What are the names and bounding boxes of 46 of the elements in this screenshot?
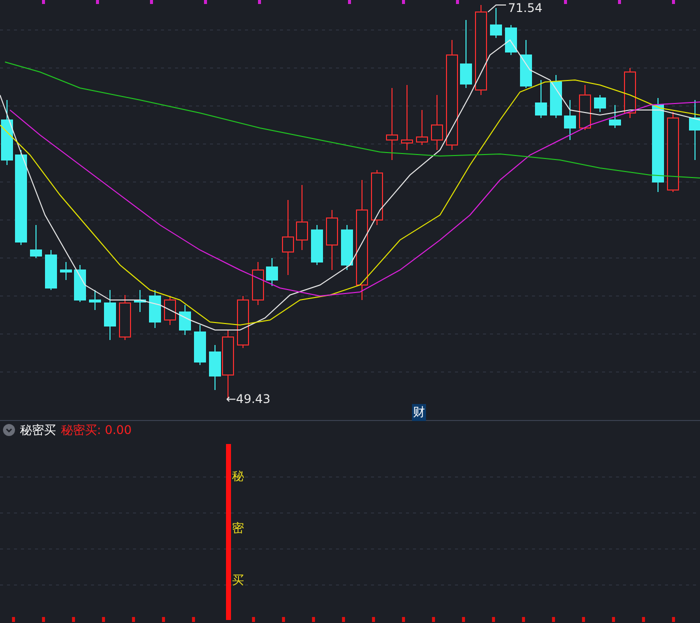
- candlestick: [564, 100, 576, 140]
- candlestick: [401, 84, 413, 150]
- candlestick: [134, 290, 146, 312]
- candlestick: [416, 110, 428, 146]
- signal-character: 买: [232, 573, 244, 587]
- candlestick: [431, 94, 443, 150]
- candlestick: [164, 296, 176, 326]
- candlestick: [624, 68, 636, 118]
- candlestick: [179, 304, 191, 336]
- candlestick: [149, 290, 161, 328]
- candlestick: [1, 100, 13, 166]
- candlestick: [89, 290, 101, 310]
- candlestick: [609, 104, 621, 128]
- high-price-label: 71.54: [508, 1, 542, 15]
- low-price-label: ←49.43: [226, 392, 270, 406]
- indicator-reading: 秘密买: 0.00: [61, 422, 132, 438]
- candlestick: [505, 24, 517, 56]
- candlestick: [237, 296, 249, 348]
- candlestick: [371, 170, 383, 226]
- candlestick: [266, 258, 278, 286]
- candlestick: [460, 20, 472, 88]
- candlestick: [535, 80, 547, 118]
- candlestick: [520, 40, 532, 88]
- candlestick: [490, 8, 502, 38]
- candlestick: [45, 250, 57, 290]
- marker-label: 财: [412, 404, 426, 421]
- signal-character: 秘: [232, 469, 244, 483]
- indicator-title: 秘密买: [20, 422, 56, 438]
- candlestick: [311, 224, 323, 266]
- candlestick: [252, 262, 264, 306]
- candlestick: [104, 290, 116, 340]
- candlestick: [594, 94, 606, 112]
- candlestick: [341, 224, 353, 270]
- candlestick: [550, 74, 562, 118]
- leader-line: [488, 4, 506, 12]
- collapse-icon[interactable]: [3, 424, 15, 436]
- candlestick: [119, 294, 131, 340]
- candlestick: [326, 210, 338, 270]
- candlestick: [60, 262, 72, 280]
- candlestick: [296, 184, 308, 250]
- candlestick: [689, 100, 700, 160]
- candlestick: [579, 84, 591, 130]
- signal-character: 密: [232, 521, 244, 535]
- candlestick: [30, 224, 42, 258]
- candlestick: [74, 264, 86, 302]
- candlestick: [194, 324, 206, 366]
